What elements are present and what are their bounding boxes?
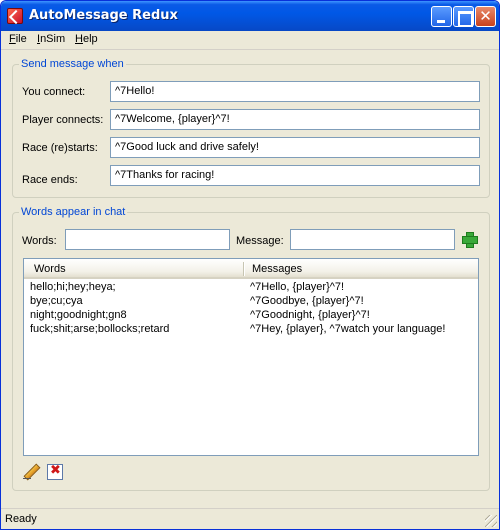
player-connects-label: Player connects: — [22, 114, 104, 126]
app-icon — [7, 8, 23, 24]
message-input[interactable] — [290, 229, 455, 250]
row-message: ^7Goodnight, {player}^7! — [250, 309, 370, 321]
list-header: Words Messages — [24, 259, 478, 279]
menu-file[interactable]: File — [9, 33, 27, 45]
menu-help[interactable]: Help — [75, 33, 98, 45]
you-connect-label: You connect: — [22, 86, 86, 98]
table-row[interactable]: bye;cu;cya ^7Goodbye, {player}^7! — [24, 295, 478, 309]
you-connect-input[interactable]: ^7Hello! — [110, 81, 480, 102]
race-starts-label: Race (re)starts: — [22, 142, 98, 154]
player-connects-input[interactable]: ^7Welcome, {player}^7! — [110, 109, 480, 130]
words-messages-list[interactable]: Words Messages hello;hi;hey;heya; ^7Hell… — [23, 258, 479, 456]
column-messages[interactable]: Messages — [252, 263, 302, 275]
row-message: ^7Hello, {player}^7! — [250, 281, 345, 293]
x-glyph: ✖ — [50, 463, 61, 478]
race-starts-input[interactable]: ^7Good luck and drive safely! — [110, 137, 480, 158]
resize-grip[interactable] — [485, 515, 497, 527]
race-ends-label: Race ends: — [22, 174, 78, 186]
pencil-icon[interactable] — [23, 464, 39, 480]
close-icon: ✕ — [479, 7, 492, 25]
row-words: fuck;shit;arse;bollocks;retard — [30, 323, 170, 335]
row-words: bye;cu;cya — [30, 295, 83, 307]
title-bar[interactable]: AutoMessage Redux ✕ — [1, 1, 499, 31]
column-separator — [243, 262, 244, 276]
minimize-button[interactable] — [431, 6, 452, 27]
app-window: AutoMessage Redux ✕ File InSim Help Send… — [0, 0, 500, 530]
row-words: hello;hi;hey;heya; — [30, 281, 116, 293]
table-row[interactable]: fuck;shit;arse;bollocks;retard ^7Hey, {p… — [24, 323, 478, 337]
send-message-legend: Send message when — [19, 58, 126, 70]
message-label: Message: — [236, 235, 284, 247]
delete-x-icon[interactable]: ✖ — [47, 463, 63, 480]
table-row[interactable]: night;goodnight;gn8 ^7Goodnight, {player… — [24, 309, 478, 323]
row-message: ^7Hey, {player}, ^7watch your language! — [250, 323, 446, 335]
close-button[interactable]: ✕ — [475, 6, 496, 27]
menu-insim[interactable]: InSim — [37, 33, 65, 45]
status-bar: Ready — [1, 508, 499, 529]
maximize-button[interactable] — [453, 6, 474, 27]
menu-bar: File InSim Help — [1, 31, 499, 50]
row-words: night;goodnight;gn8 — [30, 309, 127, 321]
window-title: AutoMessage Redux — [29, 8, 178, 23]
words-input[interactable] — [65, 229, 230, 250]
words-label: Words: — [22, 235, 57, 247]
words-chat-legend: Words appear in chat — [19, 206, 128, 218]
plus-icon[interactable] — [461, 231, 478, 248]
row-message: ^7Goodbye, {player}^7! — [250, 295, 364, 307]
status-text: Ready — [5, 513, 37, 525]
table-row[interactable]: hello;hi;hey;heya; ^7Hello, {player}^7! — [24, 281, 478, 295]
column-words[interactable]: Words — [34, 263, 66, 275]
race-ends-input[interactable]: ^7Thanks for racing! — [110, 165, 480, 186]
